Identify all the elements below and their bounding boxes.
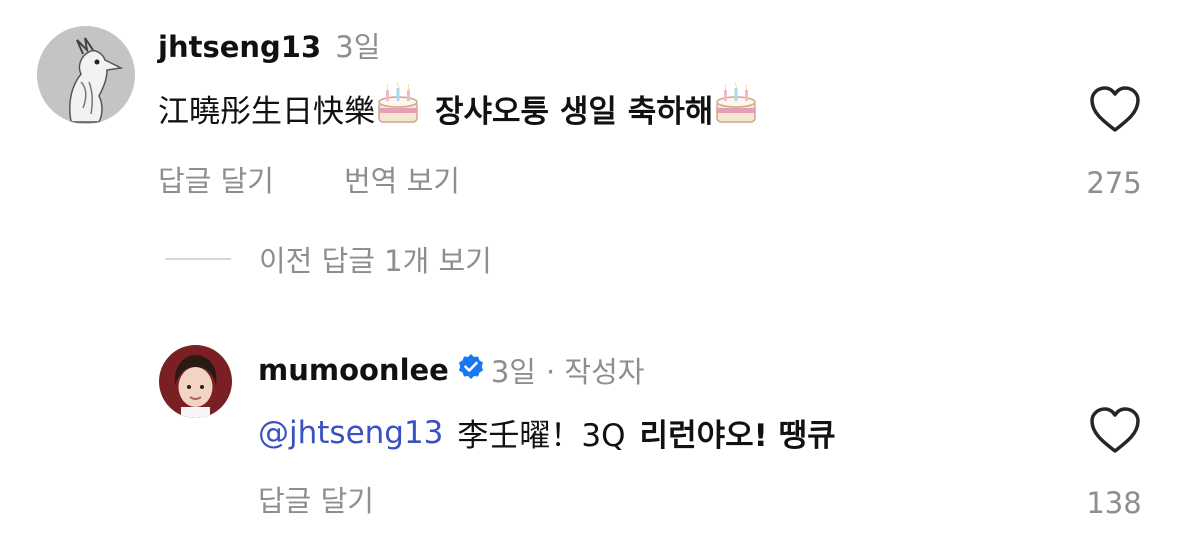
mention-link[interactable]: @jhtseng13 — [258, 415, 443, 451]
like-heart-icon[interactable] — [1088, 405, 1142, 455]
like-heart-icon[interactable] — [1088, 84, 1142, 134]
like-count: 138 — [1086, 486, 1142, 520]
avatar-jhtseng13[interactable] — [37, 26, 135, 124]
birthday-cake-icon — [375, 82, 421, 134]
see-translation-button[interactable]: 번역 보기 — [344, 158, 460, 200]
comment-text-korean: 장샤오퉁 생일 축하해 — [435, 93, 714, 130]
reply-text-korean: 리런야오! 땡큐 — [639, 418, 836, 454]
view-previous-replies-label: 이전 답글 1개 보기 — [259, 244, 492, 278]
verified-badge-icon — [457, 353, 485, 388]
username-jhtseng13[interactable]: jhtseng13 — [158, 30, 321, 64]
reply-time: 3일 — [490, 355, 536, 389]
like-count: 275 — [1086, 166, 1142, 200]
comment-time: 3일 — [335, 30, 381, 64]
comment-text-cjk: 江曉彤生日快樂 — [158, 93, 375, 130]
view-previous-replies-button[interactable]: 이전 답글 1개 보기 — [165, 238, 492, 280]
birthday-cake-icon — [713, 82, 759, 134]
avatar-mumoonlee[interactable] — [159, 345, 232, 418]
reply-username-row: mumoonlee 3일 · 작성자 — [258, 349, 644, 391]
author-label: · 작성자 — [546, 355, 645, 389]
reply-button[interactable]: 답글 달기 — [158, 158, 274, 200]
divider-line — [165, 258, 231, 260]
reply-button[interactable]: 답글 달기 — [258, 478, 374, 520]
reply-text: @jhtseng13 李壬曜！3Q 리런야오! 땡큐 — [258, 410, 836, 455]
comment-username-row: jhtseng13 3일 — [158, 24, 380, 66]
username-mumoonlee[interactable]: mumoonlee — [258, 353, 449, 387]
comment-text: 江曉彤生日快樂 장샤오퉁 생일 축하해 — [158, 82, 759, 134]
reply-text-main: 李壬曜！3Q — [457, 418, 626, 454]
